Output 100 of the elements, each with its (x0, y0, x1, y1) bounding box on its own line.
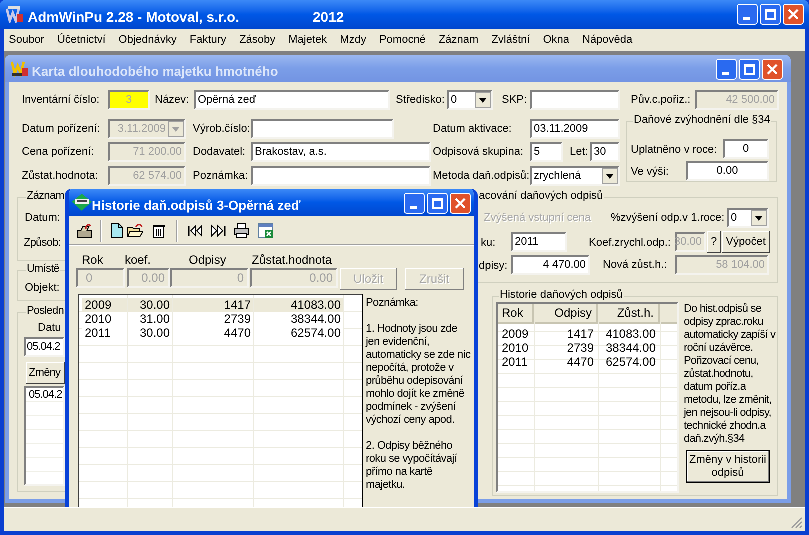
window-title: Karta dlouhodobého majetku hmotného (32, 63, 278, 81)
table-cell-text: 1417 (566, 327, 595, 341)
app-logo-icon (6, 6, 24, 23)
input-field[interactable]: 4 470.00 (511, 255, 590, 275)
calculate-button[interactable]: Výpočet (722, 231, 770, 253)
input-field[interactable]: 30 (590, 142, 620, 162)
menu-item[interactable]: Okna (543, 32, 570, 48)
input-field[interactable]: 0 (723, 139, 769, 159)
table-cell-text: 41083.00 (604, 327, 657, 341)
field-label: Název: (155, 95, 190, 106)
menu-item[interactable]: Objednávky (118, 32, 177, 48)
menu-item[interactable]: Účetnictví (57, 32, 106, 48)
folder-icon[interactable] (127, 223, 143, 239)
field-label: Objekt: (25, 283, 60, 294)
column-header[interactable]: Rok (498, 304, 534, 324)
field-label: ku: (481, 238, 496, 249)
printer-icon[interactable] (234, 223, 250, 239)
table-cell-text: 2739 (566, 341, 595, 355)
field-label: Dodavatel: (193, 147, 246, 158)
history-changes-button[interactable]: Změny v historii odpisů (686, 450, 770, 483)
field-label: Výrob.číslo: (193, 124, 250, 135)
table-cell: 2011 (82, 326, 128, 340)
input-field[interactable]: Brakostav, a.s. (251, 142, 431, 162)
changes-button[interactable]: Změny (26, 362, 65, 384)
input-field[interactable] (251, 119, 394, 139)
column-header[interactable]: Zůst.h. (598, 304, 660, 324)
menu-item[interactable]: Záznam (438, 32, 479, 48)
input-field[interactable]: 05.04.2 (24, 337, 65, 357)
table-cell: 1417 (173, 298, 254, 312)
note-title: Poznámka: (366, 297, 420, 310)
field-label: Datum aktivace: (433, 124, 512, 135)
dropdown[interactable]: 0 (447, 90, 493, 110)
group-title: Záznam (26, 191, 66, 202)
table-cell: 2009 (82, 298, 128, 312)
list-item[interactable]: 05.04.2 (26, 388, 63, 402)
field-label: Zvýšená vstupní cena (484, 213, 592, 224)
input-field[interactable]: 2011 (511, 232, 567, 252)
menu-item[interactable]: Majetek (288, 32, 328, 48)
year-label: 2012 (313, 8, 344, 27)
spreadsheet-icon[interactable] (258, 223, 274, 239)
input-field[interactable] (251, 166, 431, 186)
field-label: Datum: (25, 213, 60, 224)
menu-item[interactable]: Pomocné (379, 32, 426, 48)
trash-icon[interactable] (151, 223, 167, 239)
group-title: acování daňových odpisů (478, 191, 604, 202)
maximize-button[interactable] (760, 4, 781, 25)
input-field[interactable] (530, 90, 620, 110)
menu-item[interactable]: Soubor (9, 32, 44, 48)
field-label: Poznámka: (193, 171, 248, 182)
skip-last-icon[interactable] (211, 223, 227, 239)
table-cell-text: 2011 (501, 355, 529, 369)
note-text: Do hist.odpisů se odpisy zprac.roku automaticky zapíší v roční uzávěrce. Pořizovací cenu, zůstat.hodnotu, datum poříz.a metodu, lze změnit, jen nejsou-li odpisy, technické zhodn.a daň.zvýh.§34 (684, 303, 777, 446)
table-cell-text: 62574.00 (604, 355, 657, 369)
diamond-icon (72, 194, 92, 211)
resize-grip-icon[interactable] (791, 517, 803, 529)
note-text: 1. Hodnoty jsou zde jen evidenční, automaticky se zde nic nepočítá, protože v průběhu odepisování mohlo dojít ke změně podmínek - zvýšení výchozí ceny apod. (366, 323, 472, 427)
dropdown-arrow-icon (755, 216, 763, 220)
dropdown-arrow-icon (479, 98, 487, 102)
group-title: Historie daňových odpisů (499, 290, 624, 301)
close-button[interactable] (783, 4, 804, 25)
skip-first-icon[interactable] (187, 223, 203, 239)
menu-item[interactable]: Faktury (190, 32, 227, 48)
menu-item[interactable]: Zvláštní (492, 32, 530, 48)
group-title: Posledn (26, 306, 65, 317)
dropdown-arrow-icon (606, 174, 614, 178)
window-title: AdmWinPu 2.28 - Motoval, s.r.o. (28, 8, 240, 27)
table-cell: 4470 (173, 326, 254, 340)
document-icon[interactable] (109, 223, 125, 239)
minimize-button[interactable] (716, 59, 737, 80)
close-icon (788, 9, 799, 20)
group-title: Daňové zvýhodnění dle §34 (633, 115, 772, 126)
input-field[interactable]: 03.11.2009 (530, 119, 620, 139)
dropdown[interactable]: zrychlená (530, 166, 620, 186)
maximize-button[interactable] (739, 59, 760, 80)
table-cell-text: 4470 (566, 355, 595, 369)
minimize-button[interactable] (404, 193, 425, 214)
dropdown-arrow-icon (172, 126, 180, 132)
box-arrow-icon[interactable] (77, 223, 93, 239)
close-button[interactable] (762, 59, 783, 80)
dropdown[interactable]: 0 (727, 208, 769, 228)
field-label: Způsob: (24, 238, 61, 249)
menu-item[interactable]: Nápověda (582, 32, 633, 48)
field-label: dpisy: (479, 261, 508, 272)
field-label: Středisko: (396, 95, 445, 106)
input-field[interactable]: 5 (530, 142, 563, 162)
field-label: Odpisová skupina: (433, 147, 524, 158)
note-text: 2. Odpisy běžného roku se vypočítávají přímo na kartě majetku. (366, 440, 458, 492)
table-cell: 30.00 (128, 298, 173, 312)
input-field[interactable]: 0.00 (686, 161, 769, 181)
field-label: SKP: (502, 95, 528, 106)
menu-item[interactable]: Zásoby (240, 32, 276, 48)
field-label: Inventární číslo: (22, 95, 100, 106)
help-button[interactable]: ? (707, 231, 721, 253)
minimize-button[interactable] (737, 4, 758, 25)
menu-item[interactable]: Mzdy (340, 32, 366, 48)
close-button[interactable] (450, 193, 471, 214)
maximize-button[interactable] (427, 193, 448, 214)
column-header[interactable]: Odpisy (534, 304, 598, 324)
input-field[interactable]: Opěrná zeď (194, 90, 390, 110)
field-label: Rok (82, 254, 104, 266)
